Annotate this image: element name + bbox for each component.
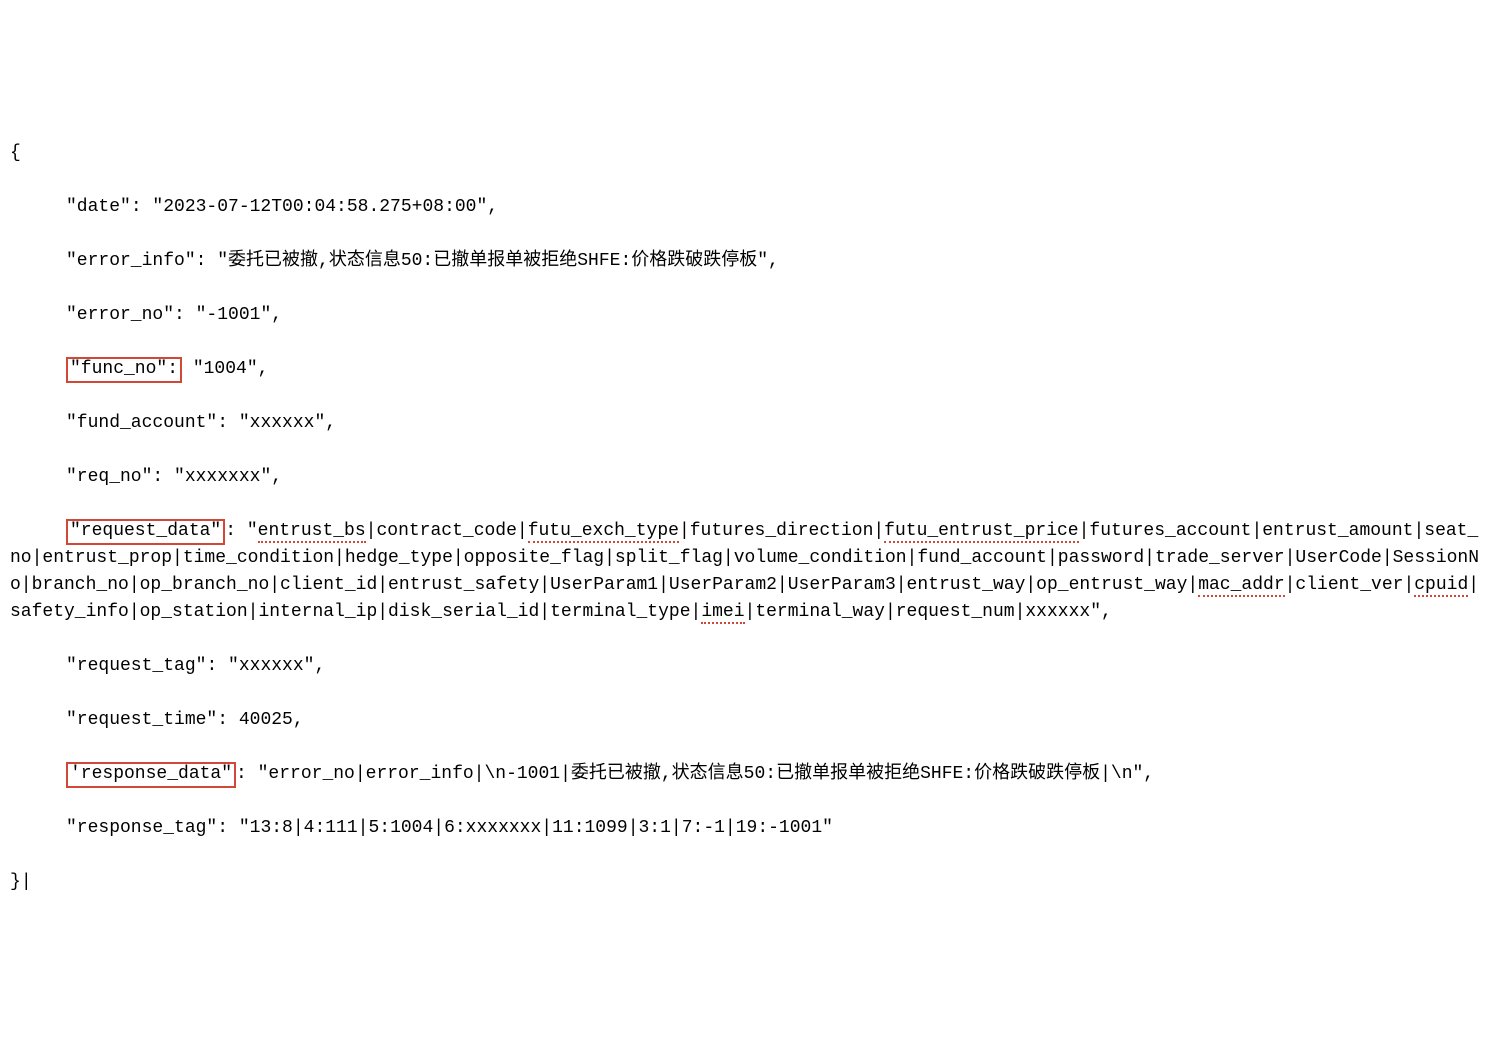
rd-seg-8: |client_ver|: [1285, 575, 1415, 595]
response-tag-value: : "13:8|4:111|5:1004|6:xxxxxxx|11:1099|3…: [217, 818, 833, 838]
line-error-no: "error_no": "-1001",: [10, 302, 1484, 329]
rd-entrust-bs: entrust_bs: [258, 521, 366, 543]
fund-account-value: : "xxxxxx",: [217, 413, 336, 433]
line-func-no: "func_no": "1004",: [10, 356, 1484, 383]
response-tag-key: "response_tag": [66, 818, 217, 838]
rd-seg-12: |terminal_way|request_num|xxxxxx",: [745, 602, 1112, 622]
rd-seg-2: |contract_code|: [366, 521, 528, 541]
line-request-data: "request_data": "entrust_bs|contract_cod…: [10, 518, 1484, 626]
request-time-value: : 40025,: [217, 710, 303, 730]
request-data-key-highlight: "request_data": [66, 519, 225, 545]
rd-mac-addr: mac_addr: [1198, 575, 1284, 597]
response-data-key-highlight: 'response_data": [66, 762, 236, 788]
request-data-prefix: : ": [225, 521, 257, 541]
date-key: "date": [66, 197, 131, 217]
error-info-key: "error_info": [66, 251, 196, 271]
func-no-value: "1004",: [182, 359, 268, 379]
text-cursor: |: [21, 872, 32, 892]
req-no-value: : "xxxxxxx",: [152, 467, 282, 487]
line-request-time: "request_time": 40025,: [10, 707, 1484, 734]
rd-futu-exch-type: futu_exch_type: [528, 521, 679, 543]
line-response-data: 'response_data": "error_no|error_info|\n…: [10, 761, 1484, 788]
line-error-info: "error_info": "委托已被撤,状态信息50:已撤单报单被拒绝SHFE…: [10, 248, 1484, 275]
line-req-no: "req_no": "xxxxxxx",: [10, 464, 1484, 491]
request-time-key: "request_time": [66, 710, 217, 730]
rd-futu-entrust-price: futu_entrust_price: [884, 521, 1078, 543]
json-code-block: { "date": "2023-07-12T00:04:58.275+08:00…: [10, 113, 1484, 923]
line-request-tag: "request_tag": "xxxxxx",: [10, 653, 1484, 680]
error-no-key: "error_no": [66, 305, 174, 325]
func-no-key-highlight: "func_no":: [66, 357, 182, 383]
rd-seg-4: |futures_direction|: [679, 521, 884, 541]
error-info-value: : "委托已被撤,状态信息50:已撤单报单被拒绝SHFE:价格跌破跌停板",: [196, 251, 779, 271]
rd-imei: imei: [701, 602, 744, 624]
response-data-value: : "error_no|error_info|\n-1001|委托已被撤,状态信…: [236, 764, 1154, 784]
error-no-value: : "-1001",: [174, 305, 282, 325]
req-no-key: "req_no": [66, 467, 152, 487]
request-tag-value: : "xxxxxx",: [206, 656, 325, 676]
rd-cpuid: cpuid: [1414, 575, 1468, 597]
fund-account-key: "fund_account": [66, 413, 217, 433]
line-date: "date": "2023-07-12T00:04:58.275+08:00",: [10, 194, 1484, 221]
open-brace: {: [10, 140, 1484, 167]
line-fund-account: "fund_account": "xxxxxx",: [10, 410, 1484, 437]
line-response-tag: "response_tag": "13:8|4:111|5:1004|6:xxx…: [10, 815, 1484, 842]
close-brace: }|: [10, 869, 1484, 896]
date-value: : "2023-07-12T00:04:58.275+08:00",: [131, 197, 498, 217]
request-tag-key: "request_tag": [66, 656, 206, 676]
